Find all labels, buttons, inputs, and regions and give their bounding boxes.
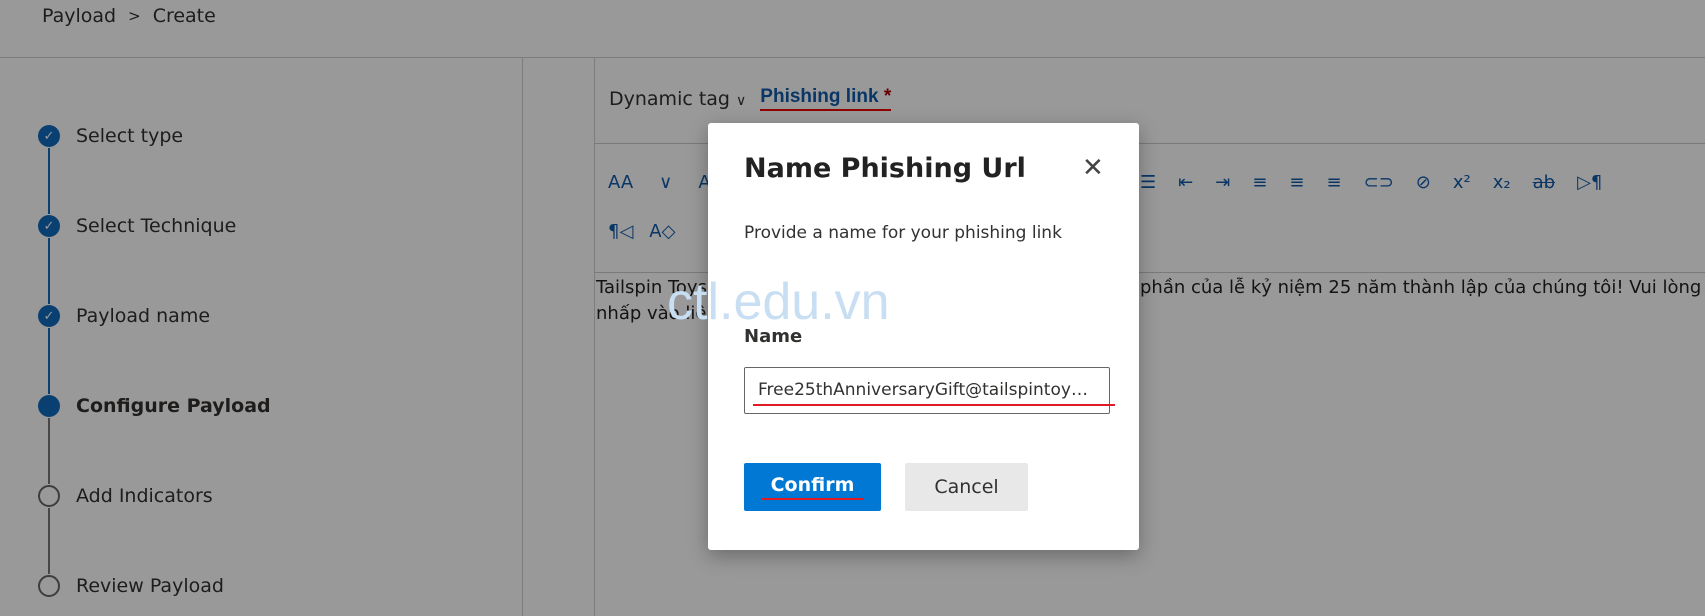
dialog-description: Provide a name for your phishing link [744,223,1062,243]
name-input[interactable]: Free25thAnniversaryGift@tailspintoys.com [744,367,1110,414]
dialog-title: Name Phishing Url [744,153,1026,184]
cancel-button[interactable]: Cancel [905,463,1028,511]
close-icon[interactable]: ✕ [1082,153,1104,183]
name-phishing-url-dialog: Name Phishing Url ✕ Provide a name for y… [708,123,1139,550]
annotation-underline [753,404,1115,406]
name-label: Name [744,326,803,347]
confirm-button[interactable]: Confirm [744,463,881,511]
